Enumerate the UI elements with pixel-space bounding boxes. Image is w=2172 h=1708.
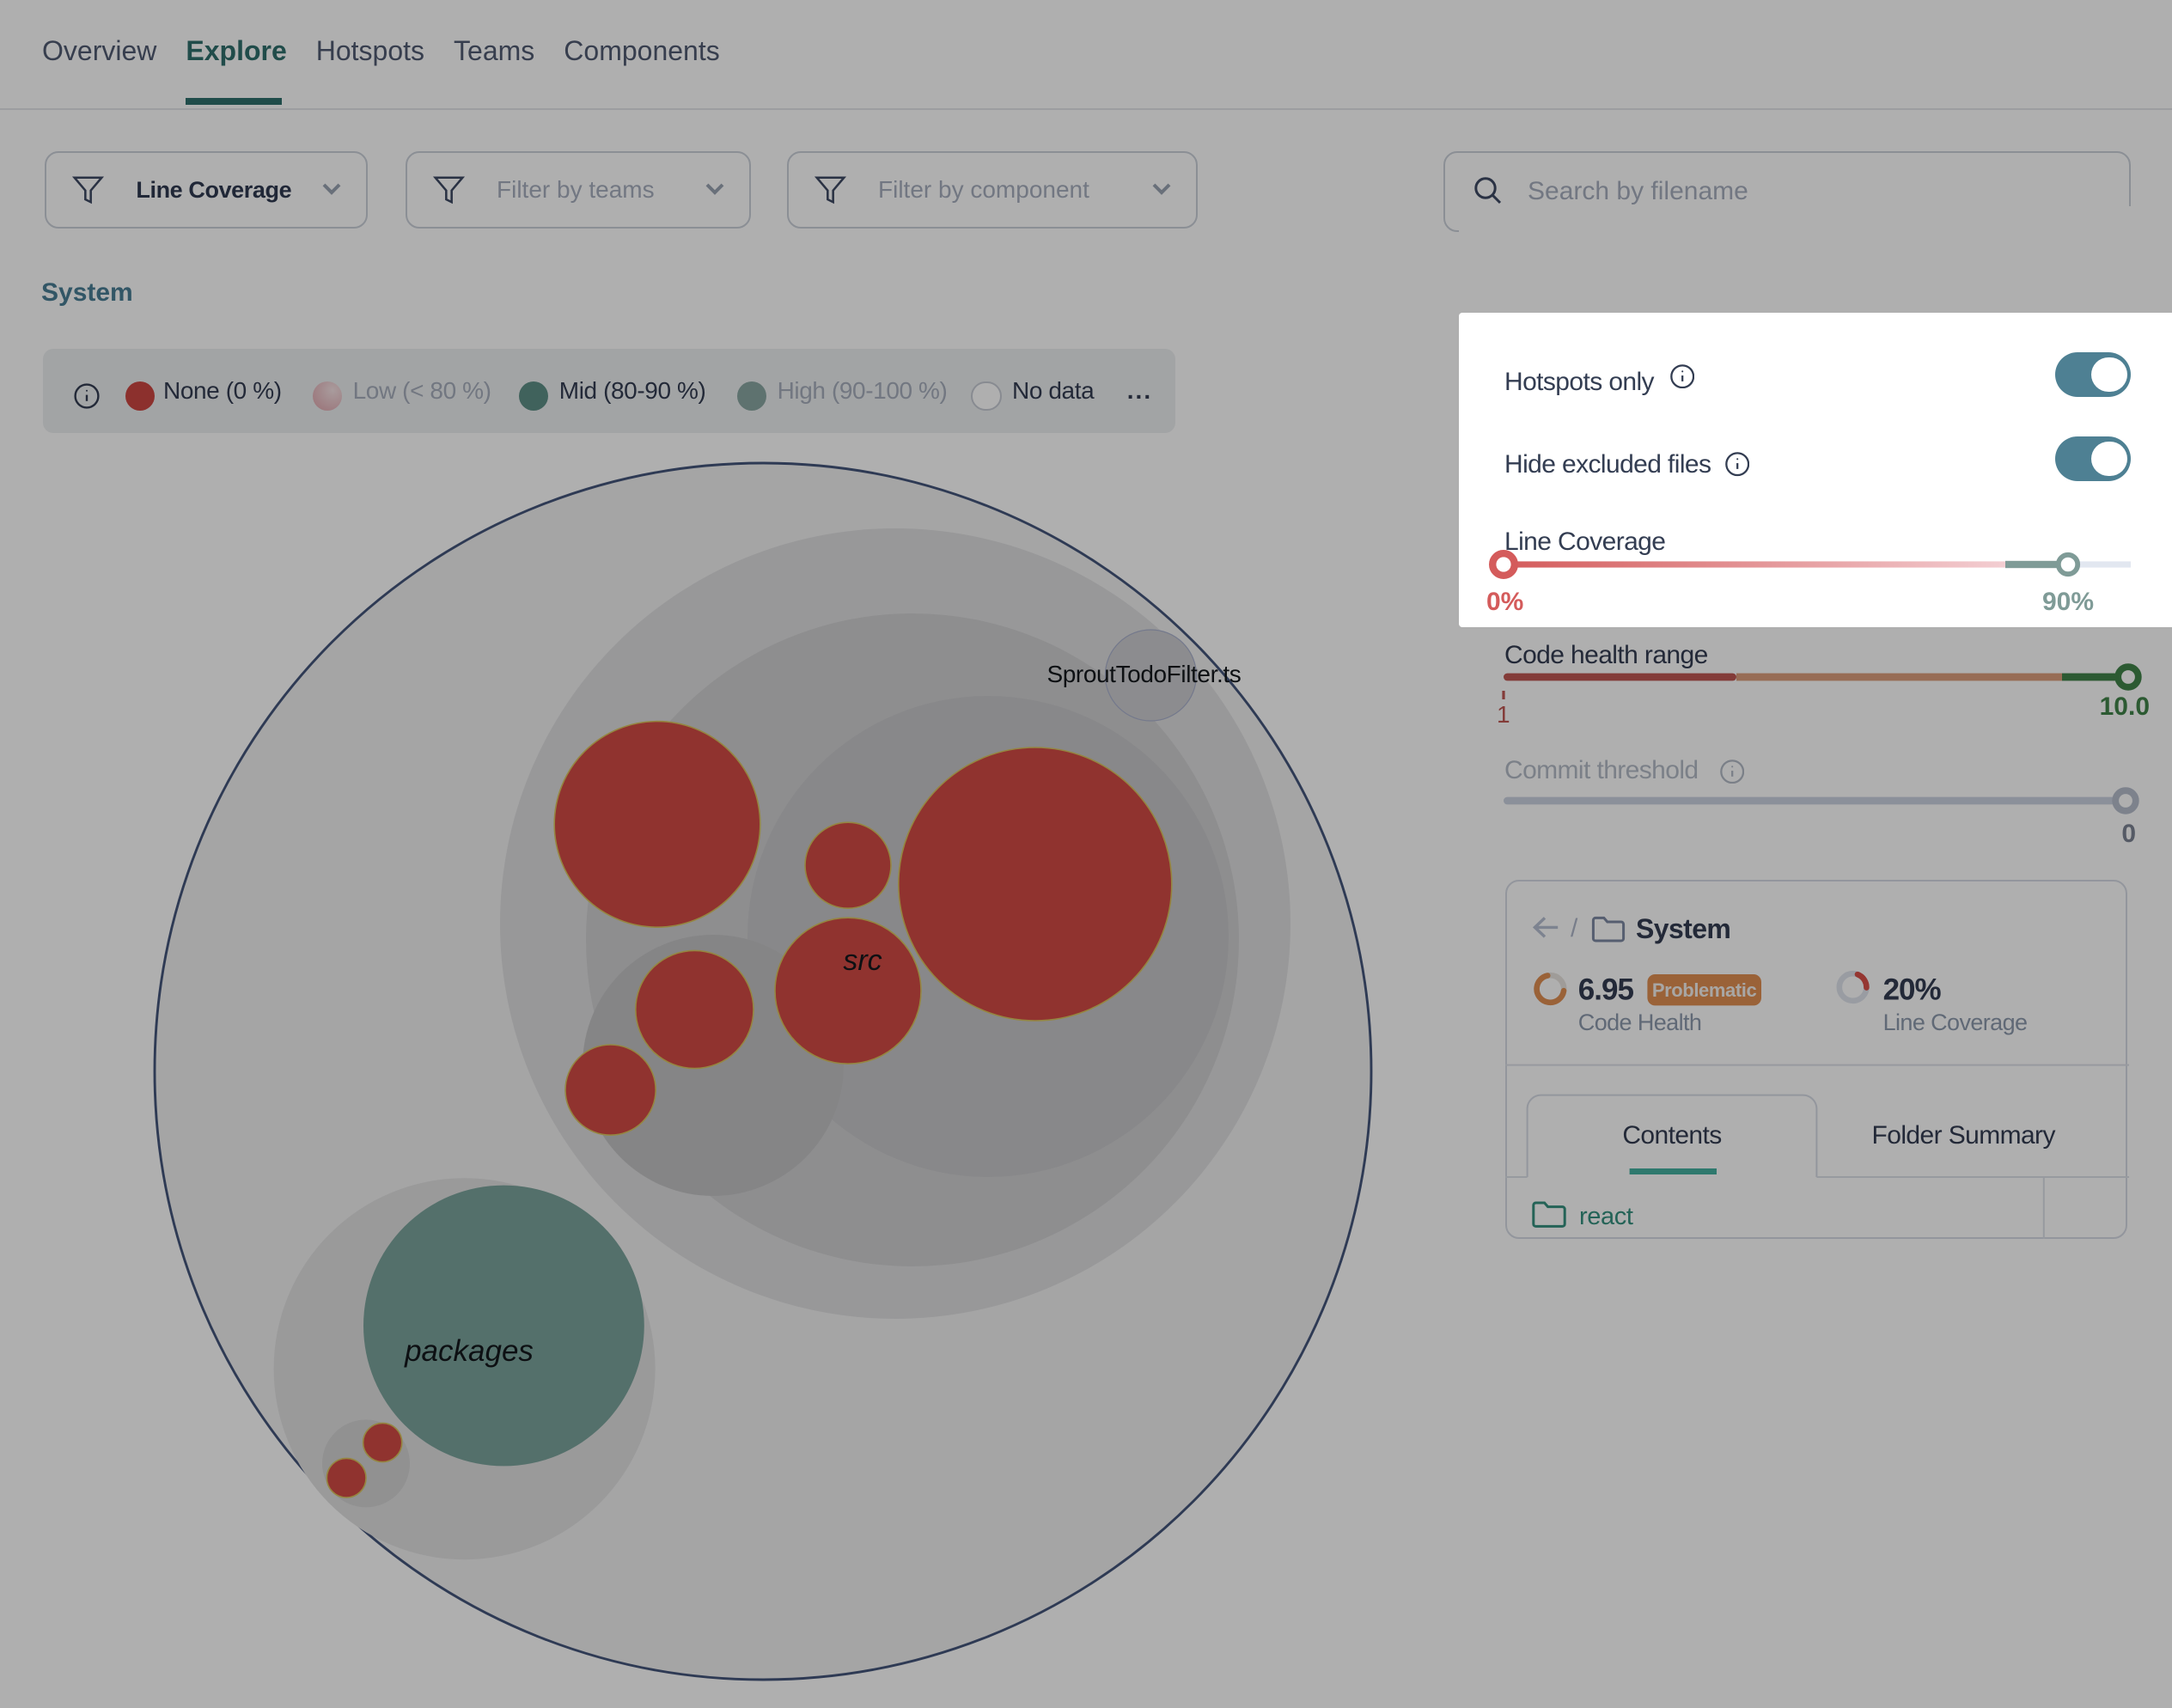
svg-text:0: 0 (2121, 820, 2136, 848)
svg-text:1: 1 (1497, 701, 1510, 728)
svg-text:/: / (1571, 913, 1578, 942)
svg-text:System: System (1636, 912, 1730, 943)
svg-text:Contents: Contents (1622, 1120, 1721, 1149)
svg-text:Folder Summary: Folder Summary (1871, 1120, 2055, 1149)
svg-text:Code Health: Code Health (1578, 1009, 1702, 1034)
svg-text:Problematic: Problematic (1652, 979, 1757, 1000)
svg-text:20%: 20% (1882, 973, 1941, 1006)
svg-text:react: react (1579, 1202, 1633, 1229)
svg-text:Line Coverage: Line Coverage (1882, 1009, 2027, 1034)
svg-text:10.0: 10.0 (2100, 692, 2150, 721)
svg-text:0%: 0% (1486, 588, 1523, 616)
svg-text:6.95: 6.95 (1578, 973, 1634, 1006)
svg-text:90%: 90% (2042, 588, 2094, 616)
